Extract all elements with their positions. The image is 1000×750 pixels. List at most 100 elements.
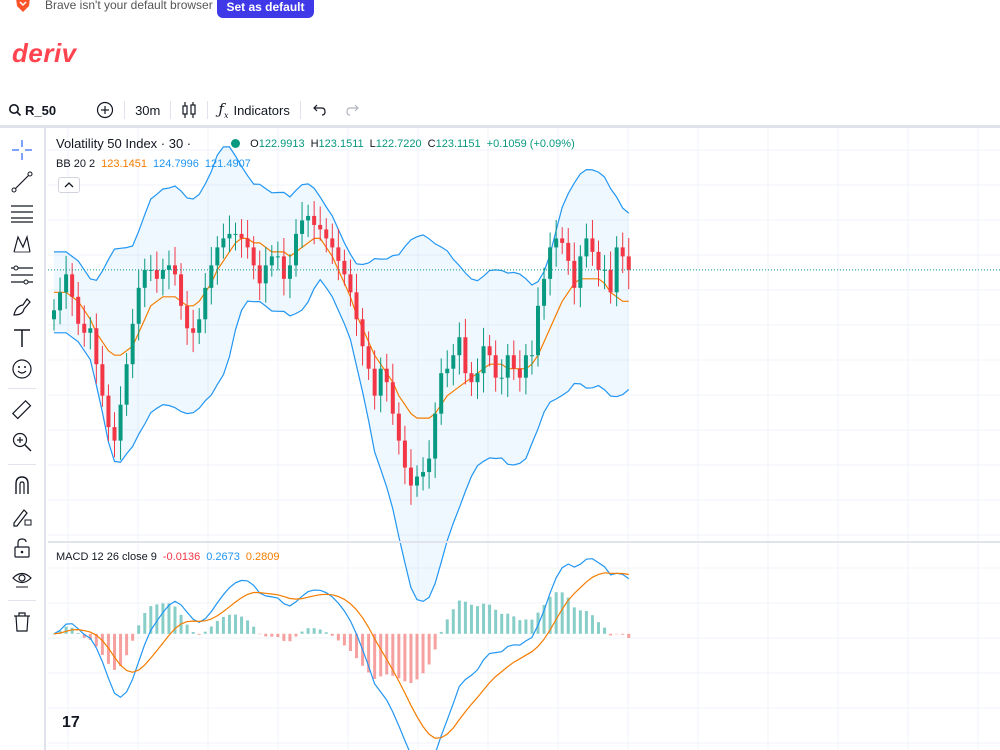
trend-line-icon[interactable]: [10, 170, 34, 194]
macd-histogram-bar: [330, 633, 334, 636]
candle-body: [481, 346, 486, 374]
macd-histogram-bar: [185, 624, 189, 634]
tradingview-logo[interactable]: 17: [62, 714, 80, 732]
market-status-dot: [231, 139, 241, 148]
undo-icon: [312, 104, 326, 116]
macd-histogram-bar: [451, 609, 455, 634]
candle-body: [287, 265, 292, 279]
candle-body: [626, 256, 631, 270]
macd-value: 0.2673: [206, 551, 240, 563]
candle-body: [88, 328, 93, 333]
low-value: 122.7220: [375, 137, 422, 150]
macd-histogram-bar: [70, 627, 74, 634]
macd-histogram-bar: [433, 633, 437, 650]
text-icon[interactable]: [10, 326, 34, 350]
macd-histogram-bar: [403, 633, 407, 682]
macd-histogram-bar: [300, 631, 304, 634]
macd-histogram-bar: [143, 613, 147, 634]
macd-histogram-bar: [227, 614, 231, 634]
candle-body: [330, 238, 335, 248]
bb-lower-value: 121.4907: [204, 158, 251, 170]
candle-body: [112, 427, 117, 441]
candle-body: [493, 355, 498, 378]
candle-body: [124, 364, 129, 405]
chart-canvas[interactable]: [48, 128, 1000, 750]
candle-body: [58, 292, 63, 311]
macd-histogram-bar: [512, 616, 516, 634]
macd-histogram-bar: [566, 597, 570, 634]
candle-body: [384, 368, 389, 383]
indicators-button[interactable]: ƒx Indicators: [218, 96, 289, 124]
symbol-title: Volatility 50 Index · 30 ·: [56, 136, 192, 151]
chart-area[interactable]: Volatility 50 Index · 30 · O122.9913 H12…: [48, 128, 1000, 750]
search-icon: [9, 104, 22, 117]
chart-type-button[interactable]: [181, 96, 197, 124]
symbol-search[interactable]: R_50: [8, 96, 56, 124]
macd-legend[interactable]: MACD 12 26 close 9 -0.0136 0.2673 0.2809: [56, 551, 280, 563]
macd-histogram-bar: [258, 633, 262, 635]
macd-histogram-bar: [203, 631, 207, 634]
candle-body: [517, 368, 522, 378]
candle-body: [312, 215, 317, 225]
macd-histogram-bar: [415, 633, 419, 680]
crosshair-icon[interactable]: [10, 138, 34, 162]
candle-body: [366, 346, 371, 369]
candle-body: [475, 373, 480, 383]
ohlc-values: O122.9913 H123.1511 L122.7220 C123.1151 …: [250, 137, 575, 150]
candle-body: [318, 224, 323, 230]
macd-histogram-bar: [397, 633, 401, 679]
macd-histogram-bar: [131, 633, 135, 641]
macd-histogram-bar: [318, 629, 322, 634]
lock-drawing-icon[interactable]: [10, 505, 34, 529]
ruler-icon[interactable]: [10, 398, 34, 422]
macd-histogram-bar: [125, 633, 129, 656]
magnet-icon[interactable]: [10, 473, 34, 497]
candles-icon: [182, 102, 196, 118]
pattern-icon[interactable]: [10, 232, 34, 256]
emoji-icon[interactable]: [10, 357, 34, 381]
trash-icon[interactable]: [10, 610, 34, 634]
macd-histogram-bar: [76, 633, 80, 634]
macd-histogram-bar: [554, 592, 558, 634]
candle-body: [439, 373, 444, 414]
compare-symbol-button[interactable]: [96, 96, 114, 124]
drawing-toolbar: [0, 128, 46, 750]
macd-histogram-bar: [324, 632, 328, 634]
deriv-logo[interactable]: deriv: [12, 38, 77, 69]
interval-button[interactable]: 30m: [135, 96, 160, 124]
symbol-label: R_50: [25, 102, 57, 118]
set-as-default-button[interactable]: Set as default: [217, 0, 314, 18]
macd-histogram-bar: [615, 633, 619, 635]
parallel-channel-icon[interactable]: [10, 201, 34, 225]
unlock-icon[interactable]: [10, 536, 34, 560]
candle-body: [106, 395, 111, 428]
macd-histogram-bar: [463, 601, 467, 634]
indicators-label: Indicators: [233, 102, 290, 118]
macd-histogram-bar: [427, 633, 431, 665]
macd-histogram-bar: [590, 615, 594, 634]
macd-histogram-bar: [469, 604, 473, 634]
candle-body: [554, 238, 559, 248]
bb-band-fill: [54, 146, 629, 602]
candle-body: [378, 368, 383, 396]
macd-histogram-bar: [482, 603, 486, 634]
fib-icon[interactable]: [10, 263, 34, 287]
macd-hist-value: -0.0136: [162, 551, 201, 563]
redo-button[interactable]: [345, 96, 361, 124]
candle-body: [548, 247, 553, 279]
collapse-legend-button[interactable]: [58, 177, 80, 193]
candle-body: [445, 368, 450, 374]
interval-label: 30m: [135, 102, 161, 118]
zoom-in-icon[interactable]: [10, 430, 34, 454]
fx-icon: ƒx: [218, 100, 229, 120]
candle-body: [94, 328, 99, 365]
eye-icon[interactable]: [10, 567, 34, 591]
brush-icon[interactable]: [10, 295, 34, 319]
macd-histogram-bar: [113, 633, 116, 670]
undo-button[interactable]: [311, 96, 327, 124]
macd-histogram-bar: [584, 611, 588, 634]
close-value: 123.1151: [435, 137, 481, 150]
bb-legend[interactable]: BB 20 2 123.1451 124.7996 121.4907: [56, 158, 251, 170]
candle-body: [233, 233, 238, 235]
macd-histogram-bar: [215, 620, 219, 634]
